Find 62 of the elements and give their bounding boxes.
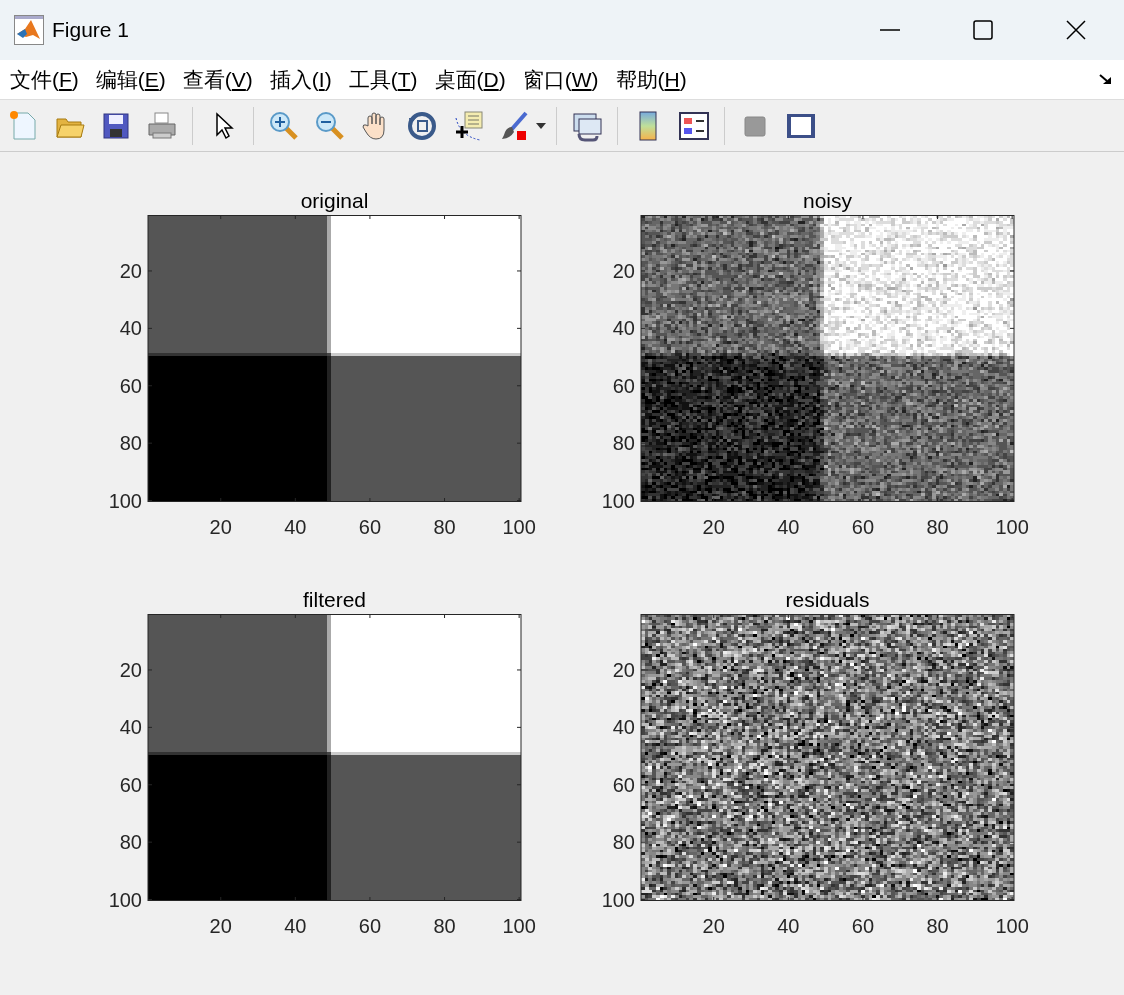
- tick-label: 100: [108, 888, 142, 911]
- plot-title: residuals: [785, 587, 870, 613]
- tick-label: 40: [777, 516, 800, 538]
- menu-item[interactable]: 插入(I): [269, 65, 332, 94]
- tick-label: 100: [502, 516, 536, 538]
- tick-label: 100: [995, 516, 1029, 538]
- menu-item[interactable]: 文件(F): [10, 65, 79, 94]
- plot-title: filtered: [303, 587, 366, 613]
- tick-label: 80: [433, 516, 456, 538]
- tick-label: 100: [502, 915, 536, 937]
- zoom-in-icon[interactable]: [268, 109, 300, 142]
- plot-title: noisy: [803, 188, 852, 214]
- tick-label: 40: [119, 716, 142, 739]
- tick-label: 60: [851, 516, 875, 538]
- rotate-icon[interactable]: [406, 109, 438, 142]
- legend-icon[interactable]: [678, 109, 710, 142]
- printer-icon[interactable]: [146, 109, 178, 142]
- tick-label: 60: [612, 773, 635, 796]
- tick-label: 100: [601, 489, 635, 512]
- tick-label: 20: [209, 516, 232, 538]
- tick-label: 60: [612, 374, 635, 397]
- tick-label: 60: [358, 915, 382, 937]
- tick-label: 100: [108, 489, 142, 512]
- tick-label: 40: [284, 915, 307, 937]
- window-title: Figure 1: [52, 18, 130, 42]
- menu-item[interactable]: 桌面(D): [434, 65, 506, 94]
- tick-label: 80: [926, 915, 949, 937]
- tick-label: 40: [612, 716, 635, 739]
- plot-title: original: [300, 188, 369, 214]
- tick-label: 40: [777, 915, 800, 937]
- menu-item[interactable]: 编辑(E): [95, 65, 166, 94]
- zoom-out-icon[interactable]: [314, 109, 346, 142]
- menu-item[interactable]: 窗口(W): [522, 65, 599, 94]
- tick-label: 80: [433, 915, 456, 937]
- tick-label: 20: [209, 915, 232, 937]
- data-cursor-icon[interactable]: [452, 109, 484, 142]
- tick-label: 60: [358, 516, 382, 538]
- tick-label: 80: [612, 831, 635, 854]
- tick-label: 60: [851, 915, 875, 937]
- menu-item[interactable]: 帮助(H): [615, 65, 687, 94]
- tick-label: 20: [119, 259, 142, 282]
- tick-label: 40: [612, 317, 635, 340]
- tick-label: 60: [119, 773, 142, 796]
- menu-item[interactable]: 工具(T): [348, 65, 418, 94]
- tick-label: 20: [702, 915, 725, 937]
- tick-label: 80: [926, 516, 949, 538]
- tick-label: 80: [119, 831, 142, 854]
- app-logo-icon: [14, 15, 44, 45]
- tick-label: 80: [119, 432, 142, 455]
- tick-label: 60: [119, 374, 142, 397]
- collapse-arrow-icon[interactable]: [1098, 72, 1114, 87]
- tick-label: 20: [612, 259, 635, 282]
- tick-label: 20: [612, 658, 635, 681]
- tick-label: 100: [601, 888, 635, 911]
- tick-label: 20: [119, 658, 142, 681]
- tick-label: 80: [612, 432, 635, 455]
- tick-label: 100: [995, 915, 1029, 937]
- menu-item[interactable]: 查看(V): [182, 65, 253, 94]
- tick-label: 40: [284, 516, 307, 538]
- dropdown-caret-icon[interactable]: [536, 122, 546, 129]
- tick-label: 20: [702, 516, 725, 538]
- tick-label: 40: [119, 317, 142, 340]
